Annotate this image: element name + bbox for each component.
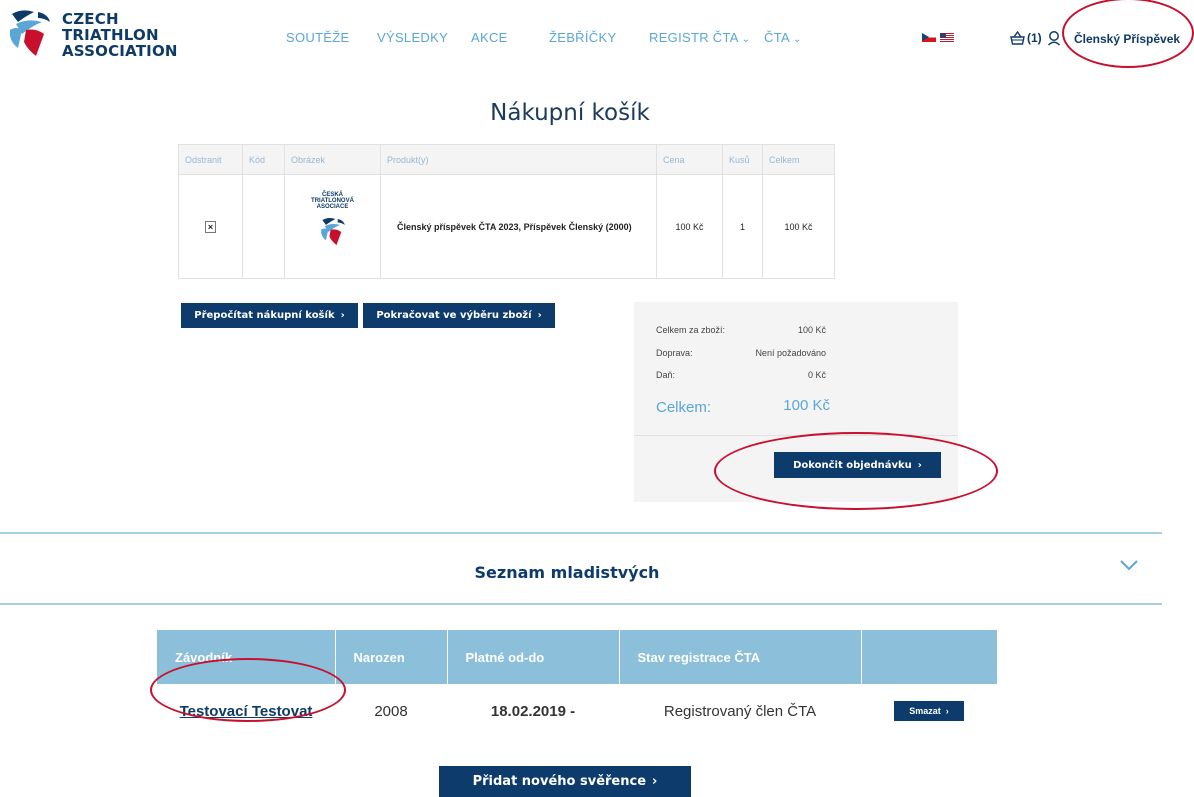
cart-table: Odstranit Kód Obrázek Produkt(y) Cena Ku… [178,144,835,279]
column-header: Produkt(y) [380,144,657,175]
minors-table-header: Závodník Narozen Platné od-do Stav regis… [157,630,998,684]
checkout-button[interactable]: Dokončit objednávku › [774,452,941,478]
us-flag-icon[interactable] [940,33,954,42]
total-cell: 100 Kč [762,174,835,279]
chevron-right-icon: › [917,459,922,471]
nav-item-akce[interactable]: AKCE [471,30,508,45]
cart-count: (1) [1027,31,1042,45]
delete-minor-button[interactable]: Smazat › [894,701,964,721]
quantity-cell: 1 [722,174,763,279]
nav-item-zebricky[interactable]: ŽEBŘÍČKY [549,30,616,45]
divider [0,532,1162,534]
chevron-right-icon: › [340,310,345,321]
chevron-right-icon: › [537,310,542,321]
column-header: Celkem [762,144,835,175]
born-cell: 2008 [374,702,408,720]
price-cell: 100 Kč [656,174,723,279]
chevron-right-icon: › [652,774,658,789]
column-header: Narozen [335,630,448,684]
column-header: Kód [242,144,285,175]
cz-flag-icon[interactable] [922,33,936,42]
chevron-down-icon: ⌄ [741,34,751,45]
column-header: Obrázek [284,144,381,175]
actions-cell: Smazat › [861,684,997,738]
product-name[interactable]: Členský příspěvek ČTA 2023, Příspěvek Čl… [380,174,657,279]
cart-icon [1010,31,1025,45]
triathlon-logo-icon [320,217,345,245]
code-cell [242,174,285,279]
chevron-down-icon: ⌄ [792,34,802,45]
summary-shipping-row: Doprava: Není požadováno [656,348,826,358]
product-image[interactable]: ČESKÁ TRIATLONOVÁ ASOCIACE [296,190,370,264]
summary-total-row: Celkem: 100 Kč [656,397,830,416]
column-header: Závodník [157,630,336,684]
column-header: Kusů [722,144,763,175]
user-icon[interactable] [1047,30,1063,46]
column-header: Cena [656,144,723,175]
minors-section-title[interactable]: Seznam mladistvých [0,563,1134,582]
nav-item-souteze[interactable]: SOUTĚŽE [286,30,350,45]
status-cell: Registrovaný člen ČTA [663,702,817,720]
image-cell: ČESKÁ TRIATLONOVÁ ASOCIACE [284,174,381,279]
column-header: Platné od-do [447,630,620,684]
table-row: Testovací Testovat 2008 18.02.2019 - Reg… [157,684,997,738]
header-cart-link[interactable]: (1) [1010,31,1042,45]
column-header: Odstranit [178,144,243,175]
recalculate-cart-button[interactable]: Přepočítat nákupní košík › [181,303,358,328]
user-account-link[interactable]: Členský Příspěvek [1074,32,1180,46]
product-image-caption: ČESKÁ TRIATLONOVÁ ASOCIACE [311,191,354,210]
chevron-right-icon: › [945,706,949,716]
triathlon-logo-icon [10,10,50,56]
nav-item-registr-cta[interactable]: REGISTR ČTA ⌄ [649,30,750,45]
nav-item-cta[interactable]: ČTA ⌄ [764,30,802,45]
minors-table: Závodník Narozen Platné od-do Stav regis… [157,630,998,738]
add-minor-button[interactable]: Přidat nového svěřence › [439,766,691,797]
column-header [861,630,998,684]
minor-name-link[interactable]: Testovací Testovat [157,684,335,738]
cart-table-header: Odstranit Kód Obrázek Produkt(y) Cena Ku… [178,144,835,175]
remove-cell: × [178,174,243,279]
summary-tax-row: Daň: 0 Kč [656,370,826,380]
divider [634,435,958,436]
logo-wordmark: CZECH TRIATHLON ASSOCIATION [62,10,178,60]
column-header: Stav registrace ČTA [619,630,862,684]
remove-checkbox[interactable]: × [205,220,216,233]
continue-shopping-button[interactable]: Pokračovat ve výběru zboží › [363,303,555,328]
nav-item-vysledky[interactable]: VÝSLEDKY [377,30,448,45]
cta-logo[interactable]: CZECH TRIATHLON ASSOCIATION [8,8,188,62]
valid-cell: 18.02.2019 - [490,702,576,720]
page-title: Nákupní košík [490,100,650,126]
divider [0,603,1162,605]
summary-subtotal-row: Celkem za zboží: 100 Kč [656,325,826,335]
chevron-down-icon[interactable] [1119,558,1139,572]
table-row: × ČESKÁ TRIATLONOVÁ ASOCIACE Členský pří… [178,174,835,279]
